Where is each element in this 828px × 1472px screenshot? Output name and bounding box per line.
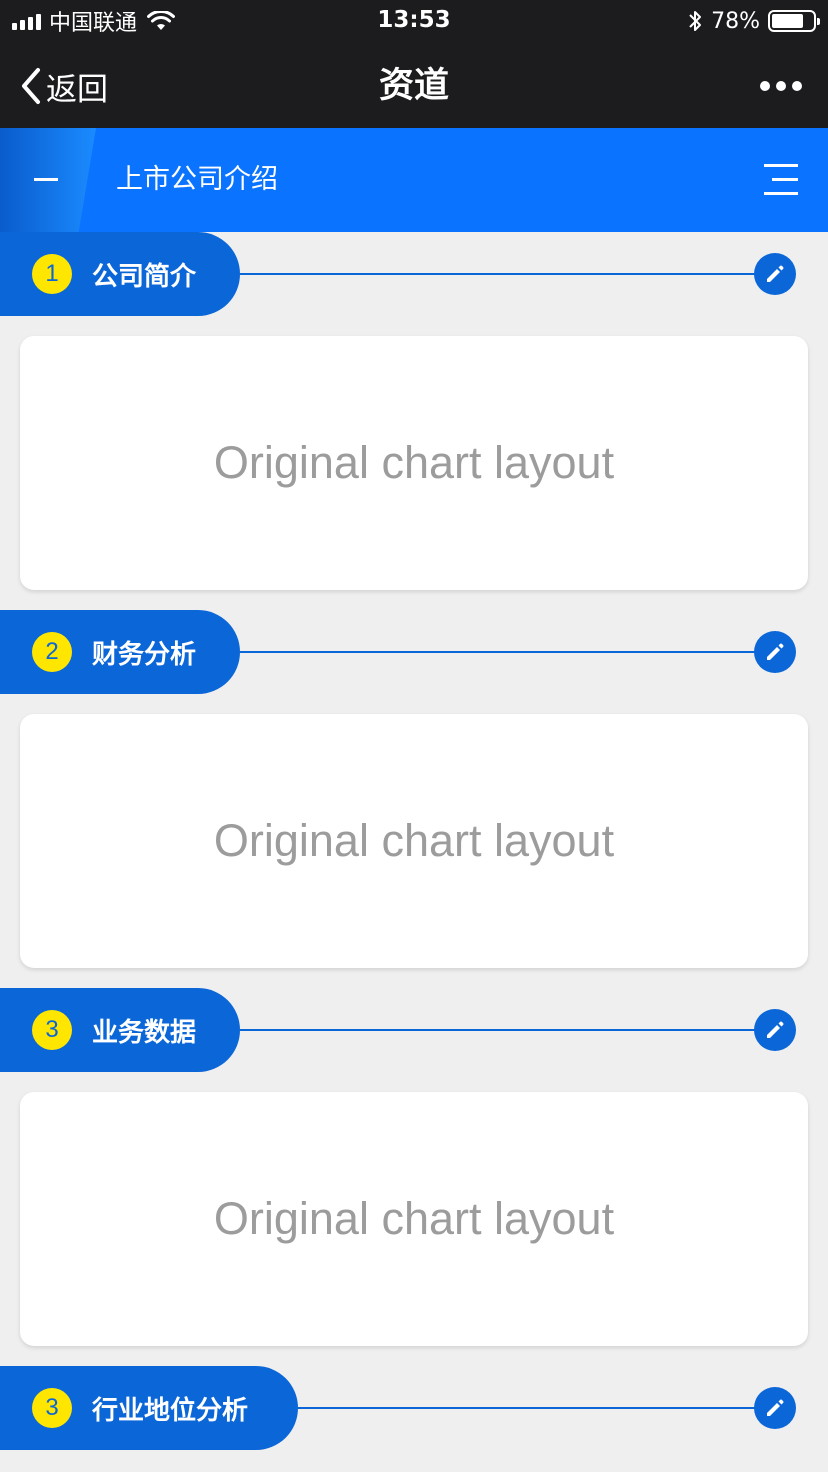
section-pill: 3 行业地位分析 xyxy=(0,1366,298,1450)
section-header-3: 3 业务数据 xyxy=(0,988,828,1072)
section-title: 财务分析 xyxy=(92,639,197,670)
more-options-button[interactable] xyxy=(760,44,802,128)
section-number-badge: 1 xyxy=(32,254,72,294)
section-number-badge: 3 xyxy=(32,1388,72,1428)
section-pill: 1 公司简介 xyxy=(0,232,240,316)
bluetooth-icon xyxy=(689,11,702,31)
header-title: 上市公司介绍 xyxy=(116,164,278,195)
section-header-bar: 上市公司介绍 xyxy=(0,128,828,232)
section-number-badge: 2 xyxy=(32,632,72,672)
section-divider xyxy=(298,1407,756,1409)
nav-bar: 返回 资道 xyxy=(0,44,828,128)
status-right: 78% xyxy=(687,8,820,34)
pencil-icon xyxy=(767,1021,784,1038)
chart-card: Original chart layout xyxy=(20,714,808,968)
menu-button[interactable] xyxy=(758,162,798,198)
section-header-4: 3 行业地位分析 xyxy=(0,1366,828,1450)
edit-button[interactable] xyxy=(754,253,796,295)
section-header-2: 2 财务分析 xyxy=(0,610,828,694)
page-title: 资道 xyxy=(378,66,449,106)
pencil-icon xyxy=(767,1399,784,1416)
section-divider xyxy=(240,273,756,275)
back-label: 返回 xyxy=(46,71,108,108)
collapse-button[interactable] xyxy=(22,164,70,196)
more-dots-icon xyxy=(760,81,770,91)
edit-button[interactable] xyxy=(754,631,796,673)
chart-card: Original chart layout xyxy=(20,1092,808,1346)
section-title: 行业地位分析 xyxy=(92,1395,249,1426)
chevron-left-icon xyxy=(22,68,40,104)
section-header-1: 1 公司简介 xyxy=(0,232,828,316)
battery-icon xyxy=(768,10,820,32)
section-title: 公司简介 xyxy=(92,261,197,292)
pencil-icon xyxy=(767,265,784,282)
section-pill: 2 财务分析 xyxy=(0,610,240,694)
section-pill: 3 业务数据 xyxy=(0,988,240,1072)
edit-button[interactable] xyxy=(754,1387,796,1429)
pencil-icon xyxy=(767,643,784,660)
chart-placeholder-text: Original chart layout xyxy=(213,437,615,488)
section-divider xyxy=(240,651,756,653)
section-number-badge: 3 xyxy=(32,1010,72,1050)
chart-card: Original chart layout xyxy=(20,336,808,590)
chart-placeholder-text: Original chart layout xyxy=(213,815,615,866)
status-bar: 中国联通 13:53 78% xyxy=(0,0,828,44)
hamburger-icon xyxy=(764,164,798,167)
edit-button[interactable] xyxy=(754,1009,796,1051)
back-button[interactable]: 返回 xyxy=(18,44,108,128)
section-title: 业务数据 xyxy=(92,1017,197,1048)
battery-percent: 78% xyxy=(711,8,760,34)
section-divider xyxy=(240,1029,756,1031)
minus-icon xyxy=(34,178,58,181)
chart-placeholder-text: Original chart layout xyxy=(213,1193,615,1244)
